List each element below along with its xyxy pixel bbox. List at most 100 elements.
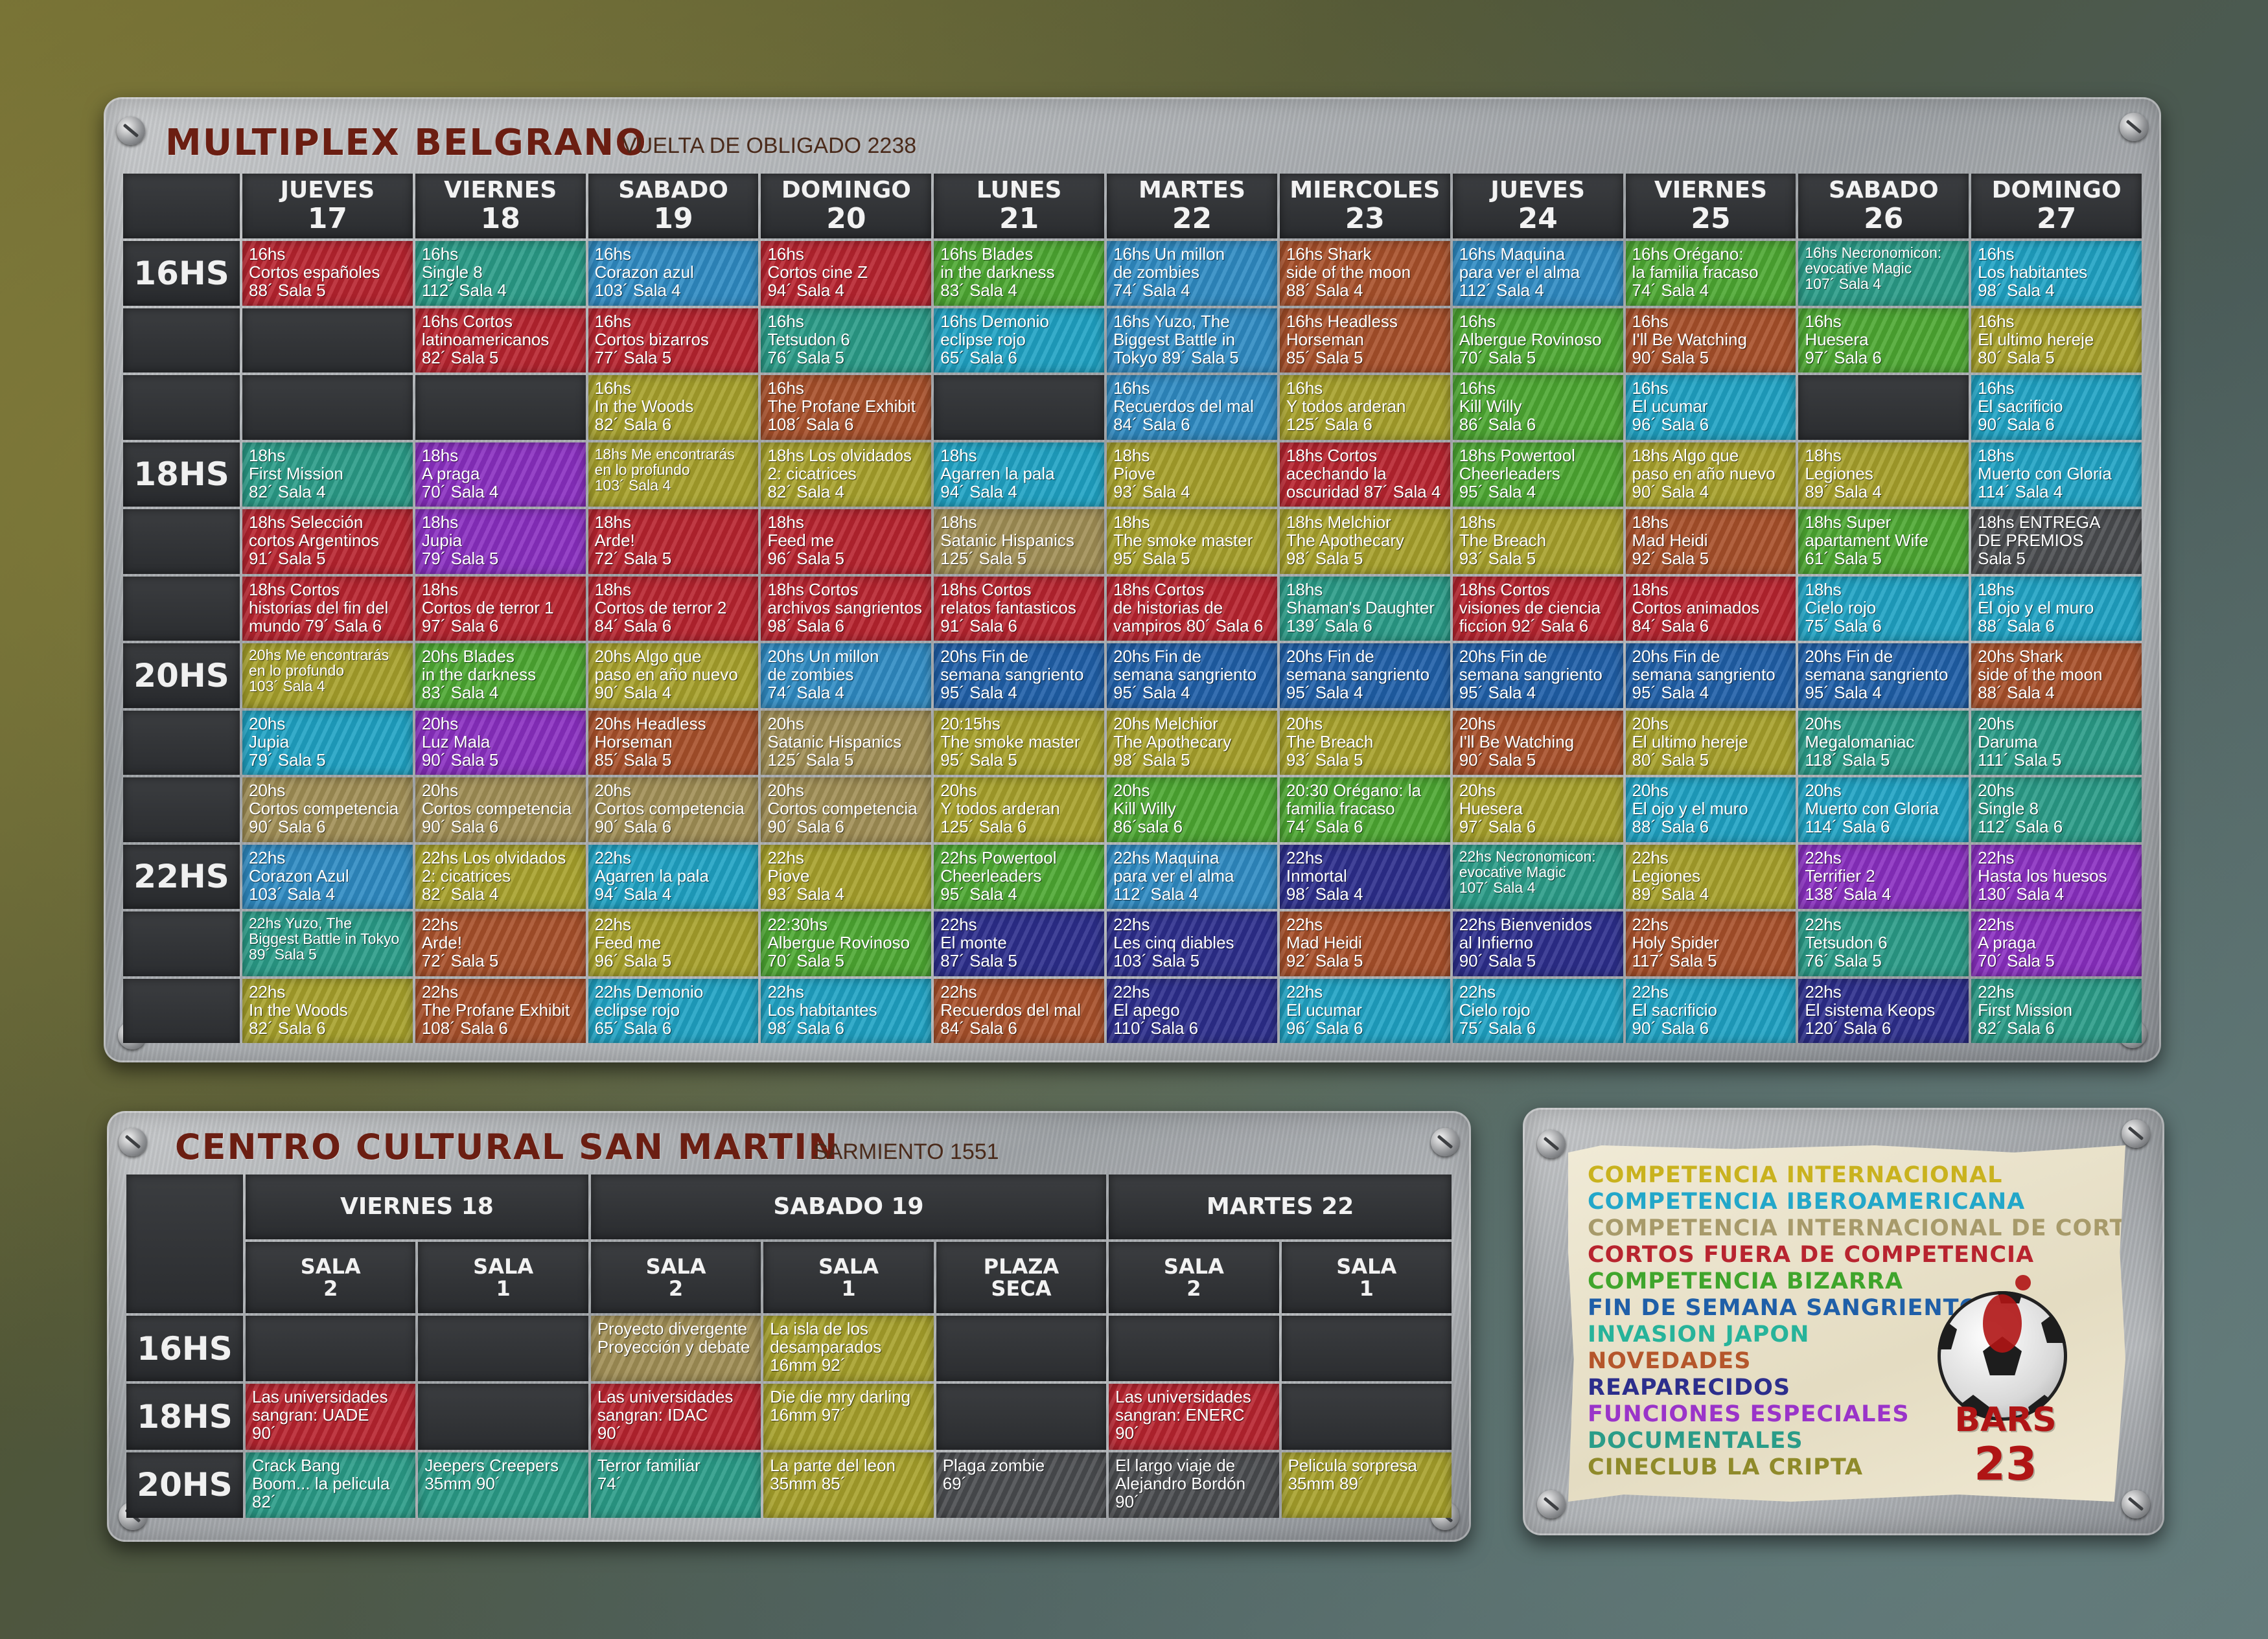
screening-cell[interactable]: 22hs Agarren la pala 94´ Sala 4: [588, 844, 759, 909]
screening-cell[interactable]: 22hs Les cinq diables 103´ Sala 5: [1107, 911, 1277, 976]
screening-cell[interactable]: El largo viaje de Alejandro Bordón 90´: [1109, 1452, 1279, 1518]
screening-cell[interactable]: 22hs Corazon Azul 103´ Sala 4: [242, 844, 413, 909]
screening-cell[interactable]: 22hs First Mission 82´ Sala 6: [1971, 978, 2142, 1043]
screening-cell[interactable]: 20hs Satanic Hispanics 125´ Sala 5: [761, 710, 932, 775]
screening-cell[interactable]: 20hs Fin de semana sangriento 95´ Sala 4: [1625, 643, 1796, 708]
screening-cell[interactable]: 20:30 Orégano: la familia fracaso 74´ Sa…: [1279, 777, 1450, 842]
screening-cell[interactable]: Proyecto divergente Proyección y debate: [590, 1316, 761, 1382]
screening-cell[interactable]: 20hs Fin de semana sangriento 95´ Sala 4: [1279, 643, 1450, 708]
screening-cell[interactable]: 18hs Melchior The Apothecary 98´ Sala 5: [1279, 509, 1450, 574]
screening-cell[interactable]: 20hs Melchior The Apothecary 98´ Sala 5: [1107, 710, 1277, 775]
screening-cell[interactable]: 16hs Huesera 97´ Sala 6: [1798, 308, 1969, 372]
screening-cell[interactable]: 18hs Cortos relatos fantasticos 91´ Sala…: [934, 576, 1105, 641]
screening-cell[interactable]: 16hs The Profane Exhibit 108´ Sala 6: [761, 375, 932, 440]
screening-cell[interactable]: 18hs Cortos acechando la oscuridad 87´ S…: [1279, 442, 1450, 507]
screening-cell[interactable]: 20hs Cortos competencia 90´ Sala 6: [761, 777, 932, 842]
screening-cell[interactable]: 20hs Cortos competencia 90´ Sala 6: [242, 777, 413, 842]
screening-cell[interactable]: 16hs I'll Be Watching 90´ Sala 5: [1625, 308, 1796, 372]
screening-cell[interactable]: 22hs El ucumar 96´ Sala 6: [1279, 978, 1450, 1043]
screening-cell[interactable]: Las universidades sangran: IDAC 90´: [590, 1384, 761, 1450]
screening-cell[interactable]: 20hs Megalomaniac 118´ Sala 5: [1798, 710, 1969, 775]
screening-cell[interactable]: 16hs Y todos arderan 125´ Sala 6: [1279, 375, 1450, 440]
screening-cell[interactable]: 20hs Cortos competencia 90´ Sala 6: [415, 777, 586, 842]
screening-cell[interactable]: 18hs Cortos animados 84´ Sala 6: [1625, 576, 1796, 641]
screening-cell[interactable]: 18hs Cielo rojo 75´ Sala 6: [1798, 576, 1969, 641]
screening-cell[interactable]: 16hs Tetsudon 6 76´ Sala 5: [761, 308, 932, 372]
screening-cell[interactable]: 20hs Huesera 97´ Sala 6: [1452, 777, 1623, 842]
screening-cell[interactable]: 16hs Headless Horseman 85´ Sala 5: [1279, 308, 1450, 372]
screening-cell[interactable]: 18hs Los olvidados 2: cicatrices 82´ Sal…: [761, 442, 932, 507]
screening-cell[interactable]: 20hs El ultimo hereje 80´ Sala 5: [1625, 710, 1796, 775]
screening-cell[interactable]: 18hs Selección cortos Argentinos 91´ Sal…: [242, 509, 413, 574]
screening-cell[interactable]: 22hs Inmortal 98´ Sala 4: [1279, 844, 1450, 909]
screening-cell[interactable]: 16hs Albergue Rovinoso 70´ Sala 5: [1452, 308, 1623, 372]
screening-cell[interactable]: 22hs Los olvidados 2: cicatrices 82´ Sal…: [415, 844, 586, 909]
screening-cell[interactable]: 22hs Tetsudon 6 76´ Sala 5: [1798, 911, 1969, 976]
screening-cell[interactable]: 22hs Holy Spider 117´ Sala 5: [1625, 911, 1796, 976]
screening-cell[interactable]: 22hs Bienvenidos al Infierno 90´ Sala 5: [1452, 911, 1623, 976]
screening-cell[interactable]: 18hs Super apartament Wife 61´ Sala 5: [1798, 509, 1969, 574]
screening-cell[interactable]: 22hs The Profane Exhibit 108´ Sala 6: [415, 978, 586, 1043]
screening-cell[interactable]: 18hs Algo que paso en año nuevo 90´ Sala…: [1625, 442, 1796, 507]
screening-cell[interactable]: 22hs Terrifier 2 138´ Sala 4: [1798, 844, 1969, 909]
screening-cell[interactable]: 18hs Cortos de terror 2 84´ Sala 6: [588, 576, 759, 641]
screening-cell[interactable]: 20hs Jupia 79´ Sala 5: [242, 710, 413, 775]
screening-cell[interactable]: 18hs Cortos historias del fin del mundo …: [242, 576, 413, 641]
screening-cell[interactable]: 18hs Legiones 89´ Sala 4: [1798, 442, 1969, 507]
screening-cell[interactable]: 18hs Shaman's Daughter 139´ Sala 6: [1279, 576, 1450, 641]
screening-cell[interactable]: 18hs The Breach 93´ Sala 5: [1452, 509, 1623, 574]
screening-cell[interactable]: 18hs Muerto con Gloria 114´ Sala 4: [1971, 442, 2142, 507]
screening-cell[interactable]: Pelicula sorpresa 35mm 89´: [1281, 1452, 1452, 1518]
screening-cell[interactable]: 16hs Cortos cine Z 94´ Sala 4: [761, 241, 932, 306]
screening-cell[interactable]: 16hs Shark side of the moon 88´ Sala 4: [1279, 241, 1450, 306]
screening-cell[interactable]: 22hs Hasta los huesos 130´ Sala 4: [1971, 844, 2142, 909]
screening-cell[interactable]: 20hs Fin de semana sangriento 95´ Sala 4: [1452, 643, 1623, 708]
screening-cell[interactable]: 20hs Me encontrarás en lo profundo 103´ …: [242, 643, 413, 708]
screening-cell[interactable]: 16hs Corazon azul 103´ Sala 4: [588, 241, 759, 306]
screening-cell[interactable]: 16hs Cortos latinoamericanos 82´ Sala 5: [415, 308, 586, 372]
screening-cell[interactable]: 20hs Muerto con Gloria 114´ Sala 6: [1798, 777, 1969, 842]
screening-cell[interactable]: 16hs Single 8 112´ Sala 4: [415, 241, 586, 306]
screening-cell[interactable]: 22hs Cielo rojo 75´ Sala 6: [1452, 978, 1623, 1043]
screening-cell[interactable]: 20hs Headless Horseman 85´ Sala 5: [588, 710, 759, 775]
screening-cell[interactable]: 22hs Feed me 96´ Sala 5: [588, 911, 759, 976]
screening-cell[interactable]: 20:15hs The smoke master 95´ Sala 5: [934, 710, 1105, 775]
screening-cell[interactable]: 20hs I'll Be Watching 90´ Sala 5: [1452, 710, 1623, 775]
screening-cell[interactable]: 20hs Kill Willy 86´sala 6: [1107, 777, 1277, 842]
screening-cell[interactable]: 16hs Kill Willy 86´ Sala 6: [1452, 375, 1623, 440]
screening-cell[interactable]: 22hs Powertool Cheerleaders 95´ Sala 4: [934, 844, 1105, 909]
screening-cell[interactable]: 22hs Piove 93´ Sala 4: [761, 844, 932, 909]
screening-cell[interactable]: 16hs Orégano: la familia fracaso 74´ Sal…: [1625, 241, 1796, 306]
screening-cell[interactable]: 16hs Los habitantes 98´ Sala 4: [1971, 241, 2142, 306]
screening-cell[interactable]: 16hs Recuerdos del mal 84´ Sala 6: [1107, 375, 1277, 440]
screening-cell[interactable]: 20hs Single 8 112´ Sala 6: [1971, 777, 2142, 842]
screening-cell[interactable]: 22hs Necronomicon: evocative Magic 107´ …: [1452, 844, 1623, 909]
screening-cell[interactable]: 18hs El ojo y el muro 88´ Sala 6: [1971, 576, 2142, 641]
screening-cell[interactable]: 18hs Satanic Hispanics 125´ Sala 5: [934, 509, 1105, 574]
screening-cell[interactable]: 18hs Me encontrarás en lo profundo 103´ …: [588, 442, 759, 507]
screening-cell[interactable]: La parte del leon 35mm 85´: [763, 1452, 934, 1518]
screening-cell[interactable]: 16hs Cortos bizarros 77´ Sala 5: [588, 308, 759, 372]
screening-cell[interactable]: 18hs Cortos de historias de vampiros 80´…: [1107, 576, 1277, 641]
screening-cell[interactable]: 16hs Un millon de zombies 74´ Sala 4: [1107, 241, 1277, 306]
screening-cell[interactable]: Las universidades sangran: ENERC 90´: [1109, 1384, 1279, 1450]
screening-cell[interactable]: 22hs Yuzo, The Biggest Battle in Tokyo 8…: [242, 911, 413, 976]
screening-cell[interactable]: 18hs Cortos archivos sangrientos 98´ Sal…: [761, 576, 932, 641]
screening-cell[interactable]: 20hs Luz Mala 90´ Sala 5: [415, 710, 586, 775]
screening-cell[interactable]: Las universidades sangran: UADE 90´: [246, 1384, 416, 1450]
screening-cell[interactable]: 22hs A praga 70´ Sala 5: [1971, 911, 2142, 976]
screening-cell[interactable]: Jeepers Creepers 35mm 90´: [418, 1452, 588, 1518]
screening-cell[interactable]: 18hs Cortos visiones de ciencia ficcion …: [1452, 576, 1623, 641]
screening-cell[interactable]: 22hs Los habitantes 98´ Sala 6: [761, 978, 932, 1043]
screening-cell[interactable]: 20hs Fin de semana sangriento 95´ Sala 4: [934, 643, 1105, 708]
screening-cell[interactable]: 22:30hs Albergue Rovinoso 70´ Sala 5: [761, 911, 932, 976]
screening-cell[interactable]: 16hs Maquina para ver el alma 112´ Sala …: [1452, 241, 1623, 306]
screening-cell[interactable]: Crack Bang Boom... la pelicula 82´: [246, 1452, 416, 1518]
screening-cell[interactable]: 22hs Legiones 89´ Sala 4: [1625, 844, 1796, 909]
screening-cell[interactable]: 16hs Blades in the darkness 83´ Sala 4: [934, 241, 1105, 306]
screening-cell[interactable]: 18hs The smoke master 95´ Sala 5: [1107, 509, 1277, 574]
screening-cell[interactable]: Terror familiar 74´: [590, 1452, 761, 1518]
screening-cell[interactable]: 20hs Fin de semana sangriento 95´ Sala 4: [1107, 643, 1277, 708]
screening-cell[interactable]: 22hs Demonio eclipse rojo 65´ Sala 6: [588, 978, 759, 1043]
screening-cell[interactable]: 16hs In the Woods 82´ Sala 6: [588, 375, 759, 440]
